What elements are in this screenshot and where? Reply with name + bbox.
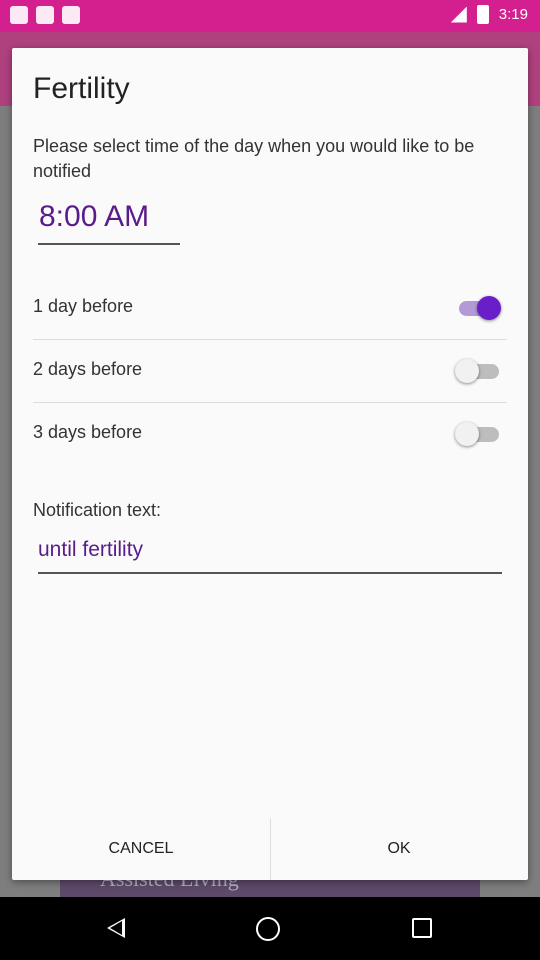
signal-icon bbox=[450, 6, 467, 23]
notification-text-input[interactable]: until fertility bbox=[38, 538, 502, 574]
home-icon[interactable] bbox=[256, 917, 280, 941]
notification-icon bbox=[62, 6, 80, 24]
navigation-bar bbox=[0, 897, 540, 960]
status-bar: 3:19 bbox=[0, 0, 540, 32]
option-row-3-days[interactable]: 3 days before bbox=[33, 402, 507, 465]
time-picker-field[interactable]: 8:00 AM bbox=[38, 200, 180, 245]
ok-button[interactable]: OK bbox=[270, 818, 528, 880]
notification-text-label: Notification text: bbox=[33, 500, 162, 520]
option-label: 1 day before bbox=[33, 296, 134, 316]
option-row-1-day[interactable]: 1 day before bbox=[33, 276, 507, 340]
toggle-3-days-before[interactable] bbox=[455, 422, 501, 446]
notification-icon bbox=[10, 6, 28, 24]
dialog-title: Fertility bbox=[33, 72, 130, 105]
battery-icon bbox=[476, 5, 489, 24]
notification-icon bbox=[36, 6, 54, 24]
toggle-2-days-before[interactable] bbox=[455, 359, 501, 383]
dialog-prompt: Please select time of the day when you w… bbox=[33, 136, 475, 181]
cancel-button[interactable]: CANCEL bbox=[12, 818, 271, 880]
option-label: 2 days before bbox=[33, 359, 143, 379]
option-row-2-days[interactable]: 2 days before bbox=[33, 339, 507, 403]
back-icon[interactable] bbox=[107, 918, 125, 938]
toggle-1-day-before[interactable] bbox=[455, 296, 501, 320]
recent-apps-icon[interactable] bbox=[412, 918, 432, 938]
option-label: 3 days before bbox=[33, 422, 143, 442]
notification-icons bbox=[10, 6, 80, 24]
fertility-dialog: Fertility Please select time of the day … bbox=[12, 48, 528, 880]
status-time: 3:19 bbox=[498, 6, 528, 23]
